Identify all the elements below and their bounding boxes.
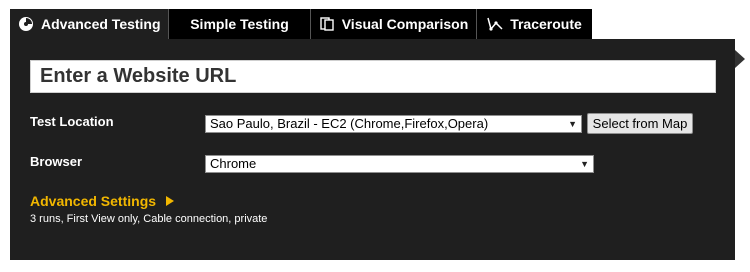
document-compare-icon (319, 16, 335, 32)
tab-advanced-testing[interactable]: Advanced Testing (10, 9, 168, 39)
tab-simple-testing[interactable]: Simple Testing (168, 9, 310, 39)
dropdown-arrow-icon: ▼ (580, 159, 589, 169)
test-location-select[interactable]: Sao Paulo, Brazil - EC2 (Chrome,Firefox,… (205, 115, 582, 133)
expand-arrow-icon (166, 196, 175, 206)
tab-traceroute[interactable]: Traceroute (476, 9, 592, 39)
browser-label: Browser (30, 154, 83, 169)
tab-bar: Advanced Testing Simple Testing Visual C… (10, 9, 592, 39)
tab-label: Visual Comparison (341, 16, 469, 32)
url-input[interactable]: Enter a Website URL (30, 60, 716, 93)
select-from-map-button[interactable]: Select from Map (587, 113, 693, 134)
tab-label: Traceroute (510, 16, 582, 32)
advanced-settings-label: Advanced Settings (30, 193, 157, 209)
test-location-label: Test Location (30, 114, 114, 129)
gauge-icon (18, 16, 34, 32)
test-location-value: Sao Paulo, Brazil - EC2 (Chrome,Firefox,… (210, 116, 489, 131)
tab-label: Simple Testing (190, 16, 289, 32)
advanced-settings-toggle[interactable]: Advanced Settings (30, 193, 175, 209)
dropdown-arrow-icon: ▼ (568, 119, 577, 129)
advanced-testing-panel: Enter a Website URL Test Location Sao Pa… (10, 39, 735, 260)
route-graph-icon (487, 16, 503, 32)
tab-label: Advanced Testing (41, 16, 161, 32)
browser-value: Chrome (210, 156, 257, 171)
browser-select[interactable]: Chrome ▼ (205, 155, 594, 173)
advanced-settings-summary: 3 runs, First View only, Cable connectio… (30, 213, 268, 225)
tab-visual-comparison[interactable]: Visual Comparison (310, 9, 476, 39)
panel-side-arrow-icon (735, 50, 745, 68)
